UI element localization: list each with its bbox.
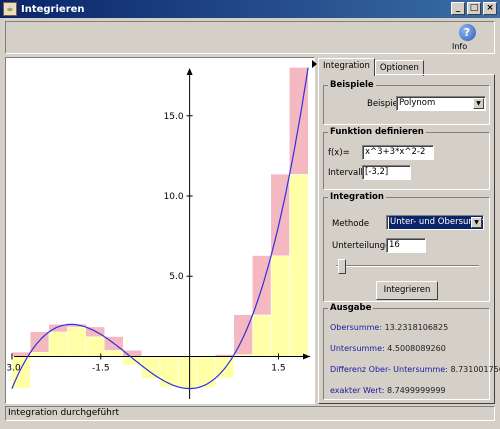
integration-chart: -3.0-1.51.55.010.015.0 <box>6 67 310 399</box>
java-cup-icon: ☕ <box>3 2 17 16</box>
info-button[interactable]: ? Info <box>452 24 482 51</box>
info-label: Info <box>452 42 468 51</box>
unterteilungen-slider-track[interactable] <box>336 265 479 267</box>
obersumme-output: Obersumme: 13.2318106825 <box>330 323 448 332</box>
tab-integration[interactable]: Integration <box>318 58 375 76</box>
beispiel-selected-value: Polynom <box>399 98 436 108</box>
obersumme-value: 13.2318106825 <box>384 323 449 332</box>
integration-title: Integration <box>328 192 386 202</box>
control-panel: Integration Optionen Beispiele Beispiel … <box>318 58 500 404</box>
unterteilungen-slider-thumb[interactable] <box>338 259 346 274</box>
function-input[interactable]: x^3+3*x^2-2 <box>362 145 434 160</box>
minimize-button[interactable]: _ <box>451 2 465 15</box>
chevron-down-icon[interactable]: ▼ <box>473 98 484 109</box>
lower-sum-bar <box>270 255 290 357</box>
untersumme-label: Untersumme: <box>330 344 385 353</box>
untersumme-output: Untersumme: 4.5008089260 <box>330 344 446 353</box>
untersumme-value: 4.5008089260 <box>387 344 446 353</box>
ausgabe-group: Ausgabe Obersumme: 13.2318106825 Untersu… <box>323 303 500 400</box>
differenz-output: Differenz Ober- Untersumme: 8.7310017565 <box>330 365 500 374</box>
differenz-value: 8.7310017565 <box>450 365 500 374</box>
beispiele-group: Beispiele Beispiel Polynom ▼ <box>323 80 490 125</box>
toolbar: ? Info <box>5 21 495 54</box>
chevron-down-icon[interactable]: ▼ <box>471 217 482 228</box>
lower-sum-bar <box>178 356 198 389</box>
splitter-arrow-icon[interactable] <box>312 60 317 68</box>
window-title: Integrieren <box>21 3 85 15</box>
tab-strip: Integration Optionen <box>318 58 424 76</box>
differenz-label: Differenz Ober- Untersumme: <box>330 365 448 374</box>
lower-sum-bar <box>104 350 124 357</box>
intervall-label: Intervall <box>328 168 363 178</box>
exakt-label: exakter Wert: <box>330 386 385 395</box>
unterteilungen-input[interactable]: 16 <box>386 238 426 253</box>
integration-group: Integration Methode Unter- und Obersumme… <box>323 192 490 302</box>
lower-sum-bar <box>67 326 87 357</box>
lower-sum-bar <box>85 336 105 357</box>
methode-select[interactable]: Unter- und Obersumme ▼ <box>386 215 484 230</box>
lower-sum-bar <box>252 314 272 357</box>
y-tick-label: 5.0 <box>169 272 184 282</box>
lower-sum-bar <box>289 174 309 357</box>
funktion-title: Funktion definieren <box>328 127 426 137</box>
beispiele-title: Beispiele <box>328 80 376 90</box>
status-bar: Integration durchgeführt <box>5 406 495 421</box>
window-controls: _ □ × <box>451 2 497 15</box>
f-label: f(x)= <box>328 148 350 158</box>
lower-sum-bar <box>159 356 179 388</box>
x-tick-label: -1.5 <box>92 363 110 373</box>
maximize-button[interactable]: □ <box>467 2 481 15</box>
integrieren-button[interactable]: Integrieren <box>376 281 438 300</box>
close-button[interactable]: × <box>483 2 497 15</box>
help-question-icon: ? <box>458 24 476 41</box>
ausgabe-title: Ausgabe <box>328 303 374 313</box>
methode-label: Methode <box>332 219 370 229</box>
y-tick-label: 10.0 <box>164 192 184 202</box>
lower-sum-bar <box>196 356 216 389</box>
exakt-output: exakter Wert: 8.7499999999 <box>330 386 446 395</box>
plot-area: -3.0-1.51.55.010.015.0 <box>5 57 315 404</box>
x-tick-label: 1.5 <box>271 363 285 373</box>
exakt-value: 8.7499999999 <box>386 386 446 395</box>
obersumme-label: Obersumme: <box>330 323 383 332</box>
funktion-group: Funktion definieren f(x)= x^3+3*x^2-2 In… <box>323 127 490 190</box>
intervall-input[interactable]: [-3,2] <box>362 165 411 180</box>
methode-selected-value: Unter- und Obersumme <box>389 216 483 229</box>
y-axis-arrow-icon <box>186 68 193 75</box>
lower-sum-bar <box>48 331 68 357</box>
title-bar: ☕ Integrieren _ □ × <box>0 0 500 18</box>
beispiel-select[interactable]: Polynom ▼ <box>396 96 486 111</box>
lower-sum-bar <box>30 352 50 357</box>
tab-content: Beispiele Beispiel Polynom ▼ Funktion de… <box>318 74 500 404</box>
y-tick-label: 15.0 <box>164 112 184 122</box>
